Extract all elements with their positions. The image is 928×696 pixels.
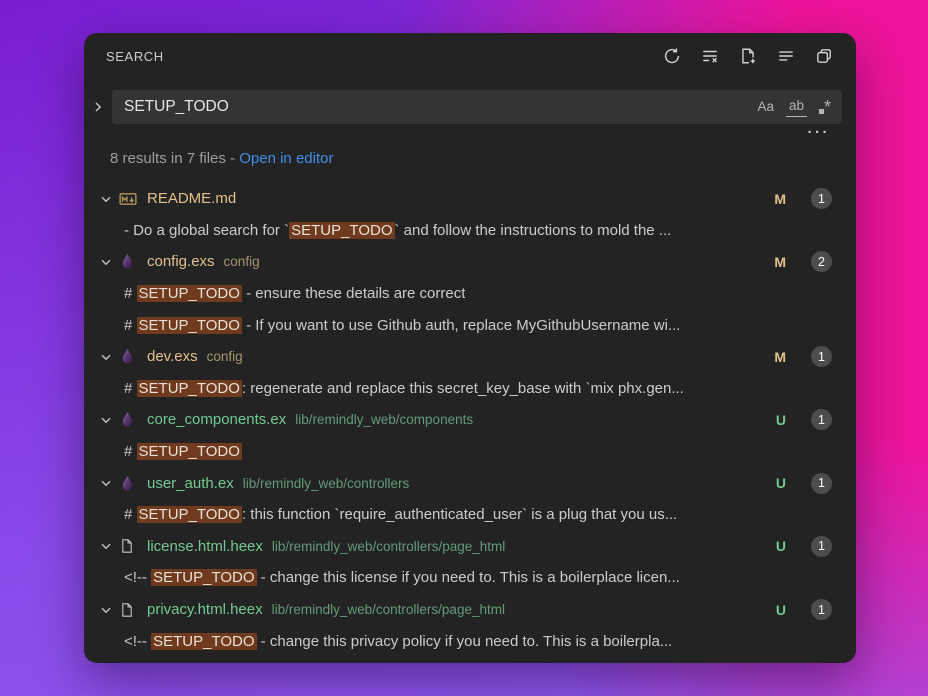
- match-count-badge: 1: [811, 473, 832, 494]
- chevron-down-icon[interactable]: [98, 602, 119, 618]
- chevron-down-icon[interactable]: [98, 254, 119, 270]
- git-status-badge: M: [774, 191, 786, 207]
- match-highlight: SETUP_TODO: [137, 380, 242, 397]
- more-actions-row: ···: [84, 124, 856, 142]
- match-count-badge: 1: [811, 346, 832, 367]
- git-status-badge: U: [776, 412, 786, 428]
- search-toolbar: [662, 46, 834, 66]
- match-text: # SETUP_TODO - ensure these details are …: [124, 285, 465, 302]
- match-highlight: SETUP_TODO: [289, 222, 394, 239]
- search-input[interactable]: SETUP_TODO Aa ab *: [112, 90, 842, 124]
- git-status-badge: U: [776, 602, 786, 618]
- open-in-editor-link[interactable]: Open in editor: [239, 150, 333, 167]
- git-status-badge: M: [774, 349, 786, 365]
- git-status-badge: U: [776, 538, 786, 554]
- file-icon: [119, 602, 142, 618]
- file-row[interactable]: core_components.ex lib/remindly_web/compo…: [84, 404, 856, 436]
- new-search-editor-icon[interactable]: [738, 46, 758, 66]
- search-query-text: SETUP_TODO: [124, 98, 745, 116]
- more-actions-icon[interactable]: ···: [808, 129, 831, 137]
- file-row[interactable]: license.html.heex lib/remindly_web/contro…: [84, 531, 856, 563]
- match-count-badge: 1: [811, 409, 832, 430]
- match-row[interactable]: <!-- SETUP_TODO - change this license if…: [84, 562, 856, 594]
- match-row[interactable]: # SETUP_TODO - ensure these details are …: [84, 278, 856, 310]
- file-name: config.exs: [147, 253, 215, 270]
- search-panel-header: SEARCH: [84, 33, 856, 79]
- match-row[interactable]: # SETUP_TODO: regenerate and replace thi…: [84, 373, 856, 405]
- match-highlight: SETUP_TODO: [137, 317, 242, 334]
- match-text: - Do a global search for `SETUP_TODO` an…: [124, 222, 671, 239]
- file-name: dev.exs: [147, 348, 198, 365]
- file-row[interactable]: config.exs config M 2: [84, 246, 856, 278]
- match-row[interactable]: <!-- SETUP_TODO - change this privacy po…: [84, 625, 856, 657]
- expand-all-icon[interactable]: [776, 46, 796, 66]
- git-status-badge: U: [776, 475, 786, 491]
- elixir-icon: [119, 475, 142, 492]
- match-count-badge: 1: [811, 599, 832, 620]
- search-row: SETUP_TODO Aa ab *: [84, 90, 856, 124]
- file-row[interactable]: user_auth.ex lib/remindly_web/controllers…: [84, 467, 856, 499]
- match-highlight: SETUP_TODO: [137, 506, 242, 523]
- match-count-badge: 1: [811, 188, 832, 209]
- match-text: # SETUP_TODO: [124, 443, 242, 460]
- elixir-icon: [119, 253, 142, 270]
- markdown-icon: [119, 190, 142, 208]
- match-text: <!-- SETUP_TODO - change this license if…: [124, 569, 680, 586]
- match-text: # SETUP_TODO - If you want to use Github…: [124, 317, 680, 334]
- file-name: README.md: [147, 190, 236, 207]
- chevron-down-icon[interactable]: [98, 475, 119, 491]
- file-row[interactable]: dev.exs config M 1: [84, 341, 856, 373]
- file-path: lib/remindly_web/controllers/page_html: [272, 602, 505, 617]
- chevron-down-icon[interactable]: [98, 538, 119, 554]
- match-case-toggle[interactable]: Aa: [754, 98, 777, 116]
- file-row[interactable]: README.md M 1: [84, 183, 856, 215]
- match-highlight: SETUP_TODO: [137, 443, 242, 460]
- results-count-text: 8 results in 7 files: [110, 150, 226, 167]
- match-count-badge: 2: [811, 251, 832, 272]
- file-path: lib/remindly_web/controllers/page_html: [272, 539, 505, 554]
- match-count-badge: 1: [811, 536, 832, 557]
- file-icon: [119, 538, 142, 554]
- match-highlight: SETUP_TODO: [151, 569, 256, 586]
- results-summary: 8 results in 7 files - Open in editor: [84, 142, 856, 173]
- match-row[interactable]: # SETUP_TODO: this function `require_aut…: [84, 499, 856, 531]
- refresh-icon[interactable]: [662, 46, 682, 66]
- file-path: lib/remindly_web/controllers: [243, 476, 410, 491]
- desktop-background: { "panel": { "title": "SEARCH", "toolbar…: [0, 0, 928, 696]
- match-text: <!-- SETUP_TODO - change this privacy po…: [124, 633, 672, 650]
- file-name: user_auth.ex: [147, 475, 234, 492]
- chevron-down-icon[interactable]: [98, 349, 119, 365]
- match-row[interactable]: # SETUP_TODO: [84, 436, 856, 468]
- match-row[interactable]: # SETUP_TODO - If you want to use Github…: [84, 309, 856, 341]
- match-row[interactable]: - Do a global search for `SETUP_TODO` an…: [84, 215, 856, 247]
- file-name: license.html.heex: [147, 538, 263, 555]
- file-name: privacy.html.heex: [147, 601, 263, 618]
- file-path: lib/remindly_web/components: [295, 412, 473, 427]
- open-new-search-editor-icon[interactable]: [814, 46, 834, 66]
- regex-toggle[interactable]: *: [816, 99, 834, 115]
- whole-word-toggle[interactable]: ab: [786, 97, 807, 116]
- chevron-down-icon[interactable]: [98, 412, 119, 428]
- match-highlight: SETUP_TODO: [137, 285, 242, 302]
- panel-title: SEARCH: [106, 49, 164, 64]
- match-text: # SETUP_TODO: regenerate and replace thi…: [124, 380, 684, 397]
- file-path: config: [224, 254, 260, 269]
- elixir-icon: [119, 348, 142, 365]
- match-text: # SETUP_TODO: this function `require_aut…: [124, 506, 677, 523]
- chevron-down-icon[interactable]: [98, 191, 119, 207]
- toggle-replace-chevron-icon[interactable]: [86, 99, 110, 115]
- results-list: README.md M 1 - Do a global search for `SET…: [84, 173, 856, 657]
- match-highlight: SETUP_TODO: [151, 633, 256, 650]
- file-path: config: [207, 349, 243, 364]
- search-panel: SEARCH SETUP_TODO Aa ab: [84, 33, 856, 663]
- git-status-badge: M: [774, 254, 786, 270]
- file-name: core_components.ex: [147, 411, 286, 428]
- summary-separator: -: [230, 150, 239, 167]
- file-row[interactable]: privacy.html.heex lib/remindly_web/contro…: [84, 594, 856, 626]
- clear-search-results-icon[interactable]: [700, 46, 720, 66]
- elixir-icon: [119, 411, 142, 428]
